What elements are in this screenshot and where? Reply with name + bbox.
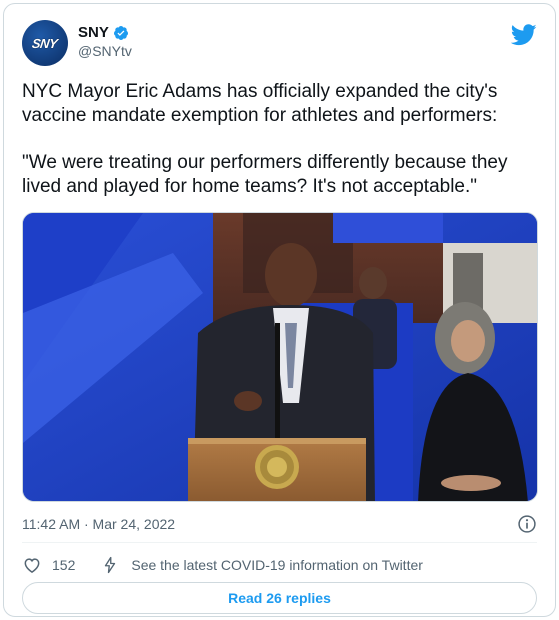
tweet-photo[interactable] (22, 212, 538, 502)
tweet-actions: 152 See the latest COVID-19 information … (22, 550, 537, 580)
tweet-paragraph: "We were treating our performers differe… (22, 152, 508, 197)
read-replies-button[interactable]: Read 26 replies (22, 582, 537, 614)
heart-icon (24, 558, 40, 573)
author-handle[interactable]: @SNYtv (78, 43, 132, 59)
tweet-paragraph: NYC Mayor Eric Adams has officially expa… (22, 81, 498, 126)
covid-info-link[interactable]: See the latest COVID-19 information on T… (101, 556, 423, 574)
author-names[interactable]: SNY @SNYtv (78, 24, 132, 59)
avatar-logo-text: SNY (31, 35, 59, 51)
covid-info-text: See the latest COVID-19 information on T… (131, 557, 423, 573)
like-count: 152 (52, 557, 76, 573)
tweet-timestamp[interactable]: 11:42 AM · Mar 24, 2022 (22, 516, 175, 532)
twitter-bird-icon[interactable] (511, 24, 537, 46)
author-display-name[interactable]: SNY (78, 24, 132, 41)
verified-badge-icon (113, 25, 128, 40)
lightning-icon (105, 556, 116, 574)
tweet-header: SNY SNY @SNYtv (22, 20, 537, 68)
press-conference-photo (23, 213, 537, 501)
divider (22, 542, 537, 543)
tweet-card[interactable]: SNY SNY @SNYtv NYC Mayor Eric Adams has … (3, 3, 556, 617)
info-icon[interactable] (517, 514, 537, 534)
tweet-text: NYC Mayor Eric Adams has officially expa… (22, 80, 542, 199)
avatar[interactable]: SNY (22, 20, 68, 66)
timestamp-row: 11:42 AM · Mar 24, 2022 (22, 512, 537, 536)
display-name-text: SNY (78, 24, 109, 41)
like-button[interactable]: 152 (22, 555, 75, 575)
